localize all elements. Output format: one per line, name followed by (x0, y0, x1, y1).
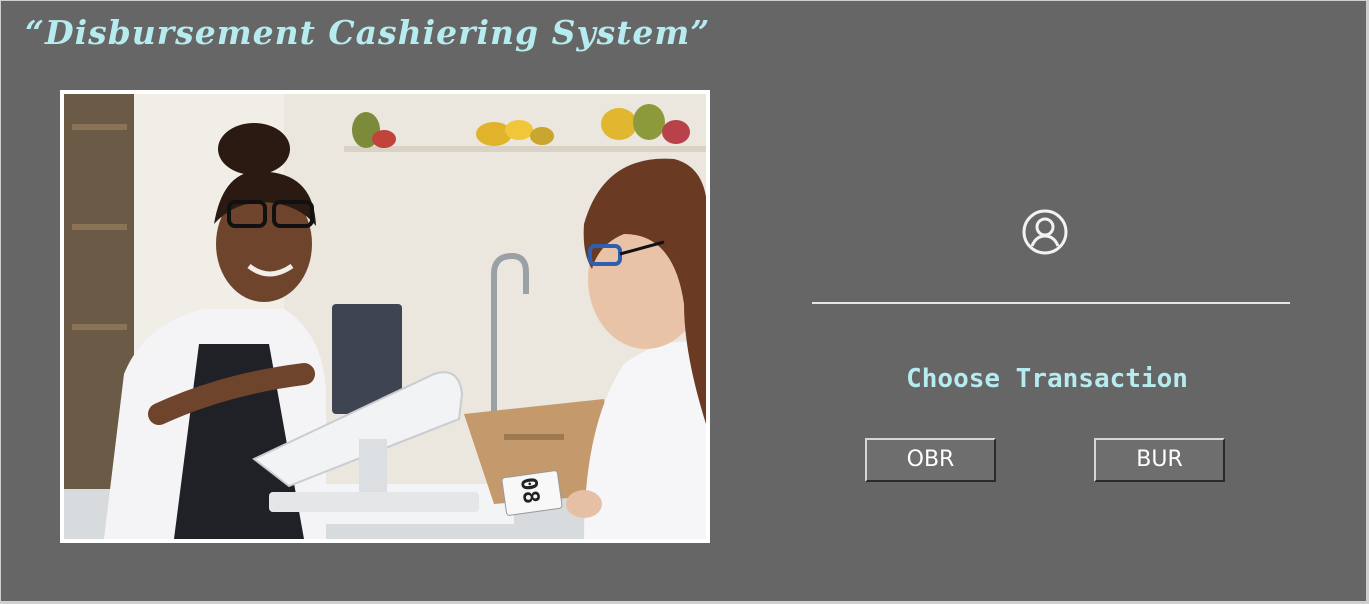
fruit-shelf (344, 146, 706, 152)
obr-button[interactable]: OBR (865, 438, 996, 482)
main-window: “Disbursement Cashiering System” 08 Choo… (1, 1, 1366, 601)
app-title: “Disbursement Cashiering System” (25, 13, 711, 52)
cashier-photo-illustration: 08 (64, 94, 706, 539)
receipt-card-text: 08 (515, 476, 543, 506)
bur-button[interactable]: BUR (1094, 438, 1225, 482)
cashier-hair-bun (218, 123, 290, 175)
choose-transaction-label: Choose Transaction (906, 364, 1188, 394)
section-divider (812, 302, 1290, 304)
user-circle-icon (1022, 209, 1068, 255)
hero-photo: 08 (60, 90, 710, 543)
